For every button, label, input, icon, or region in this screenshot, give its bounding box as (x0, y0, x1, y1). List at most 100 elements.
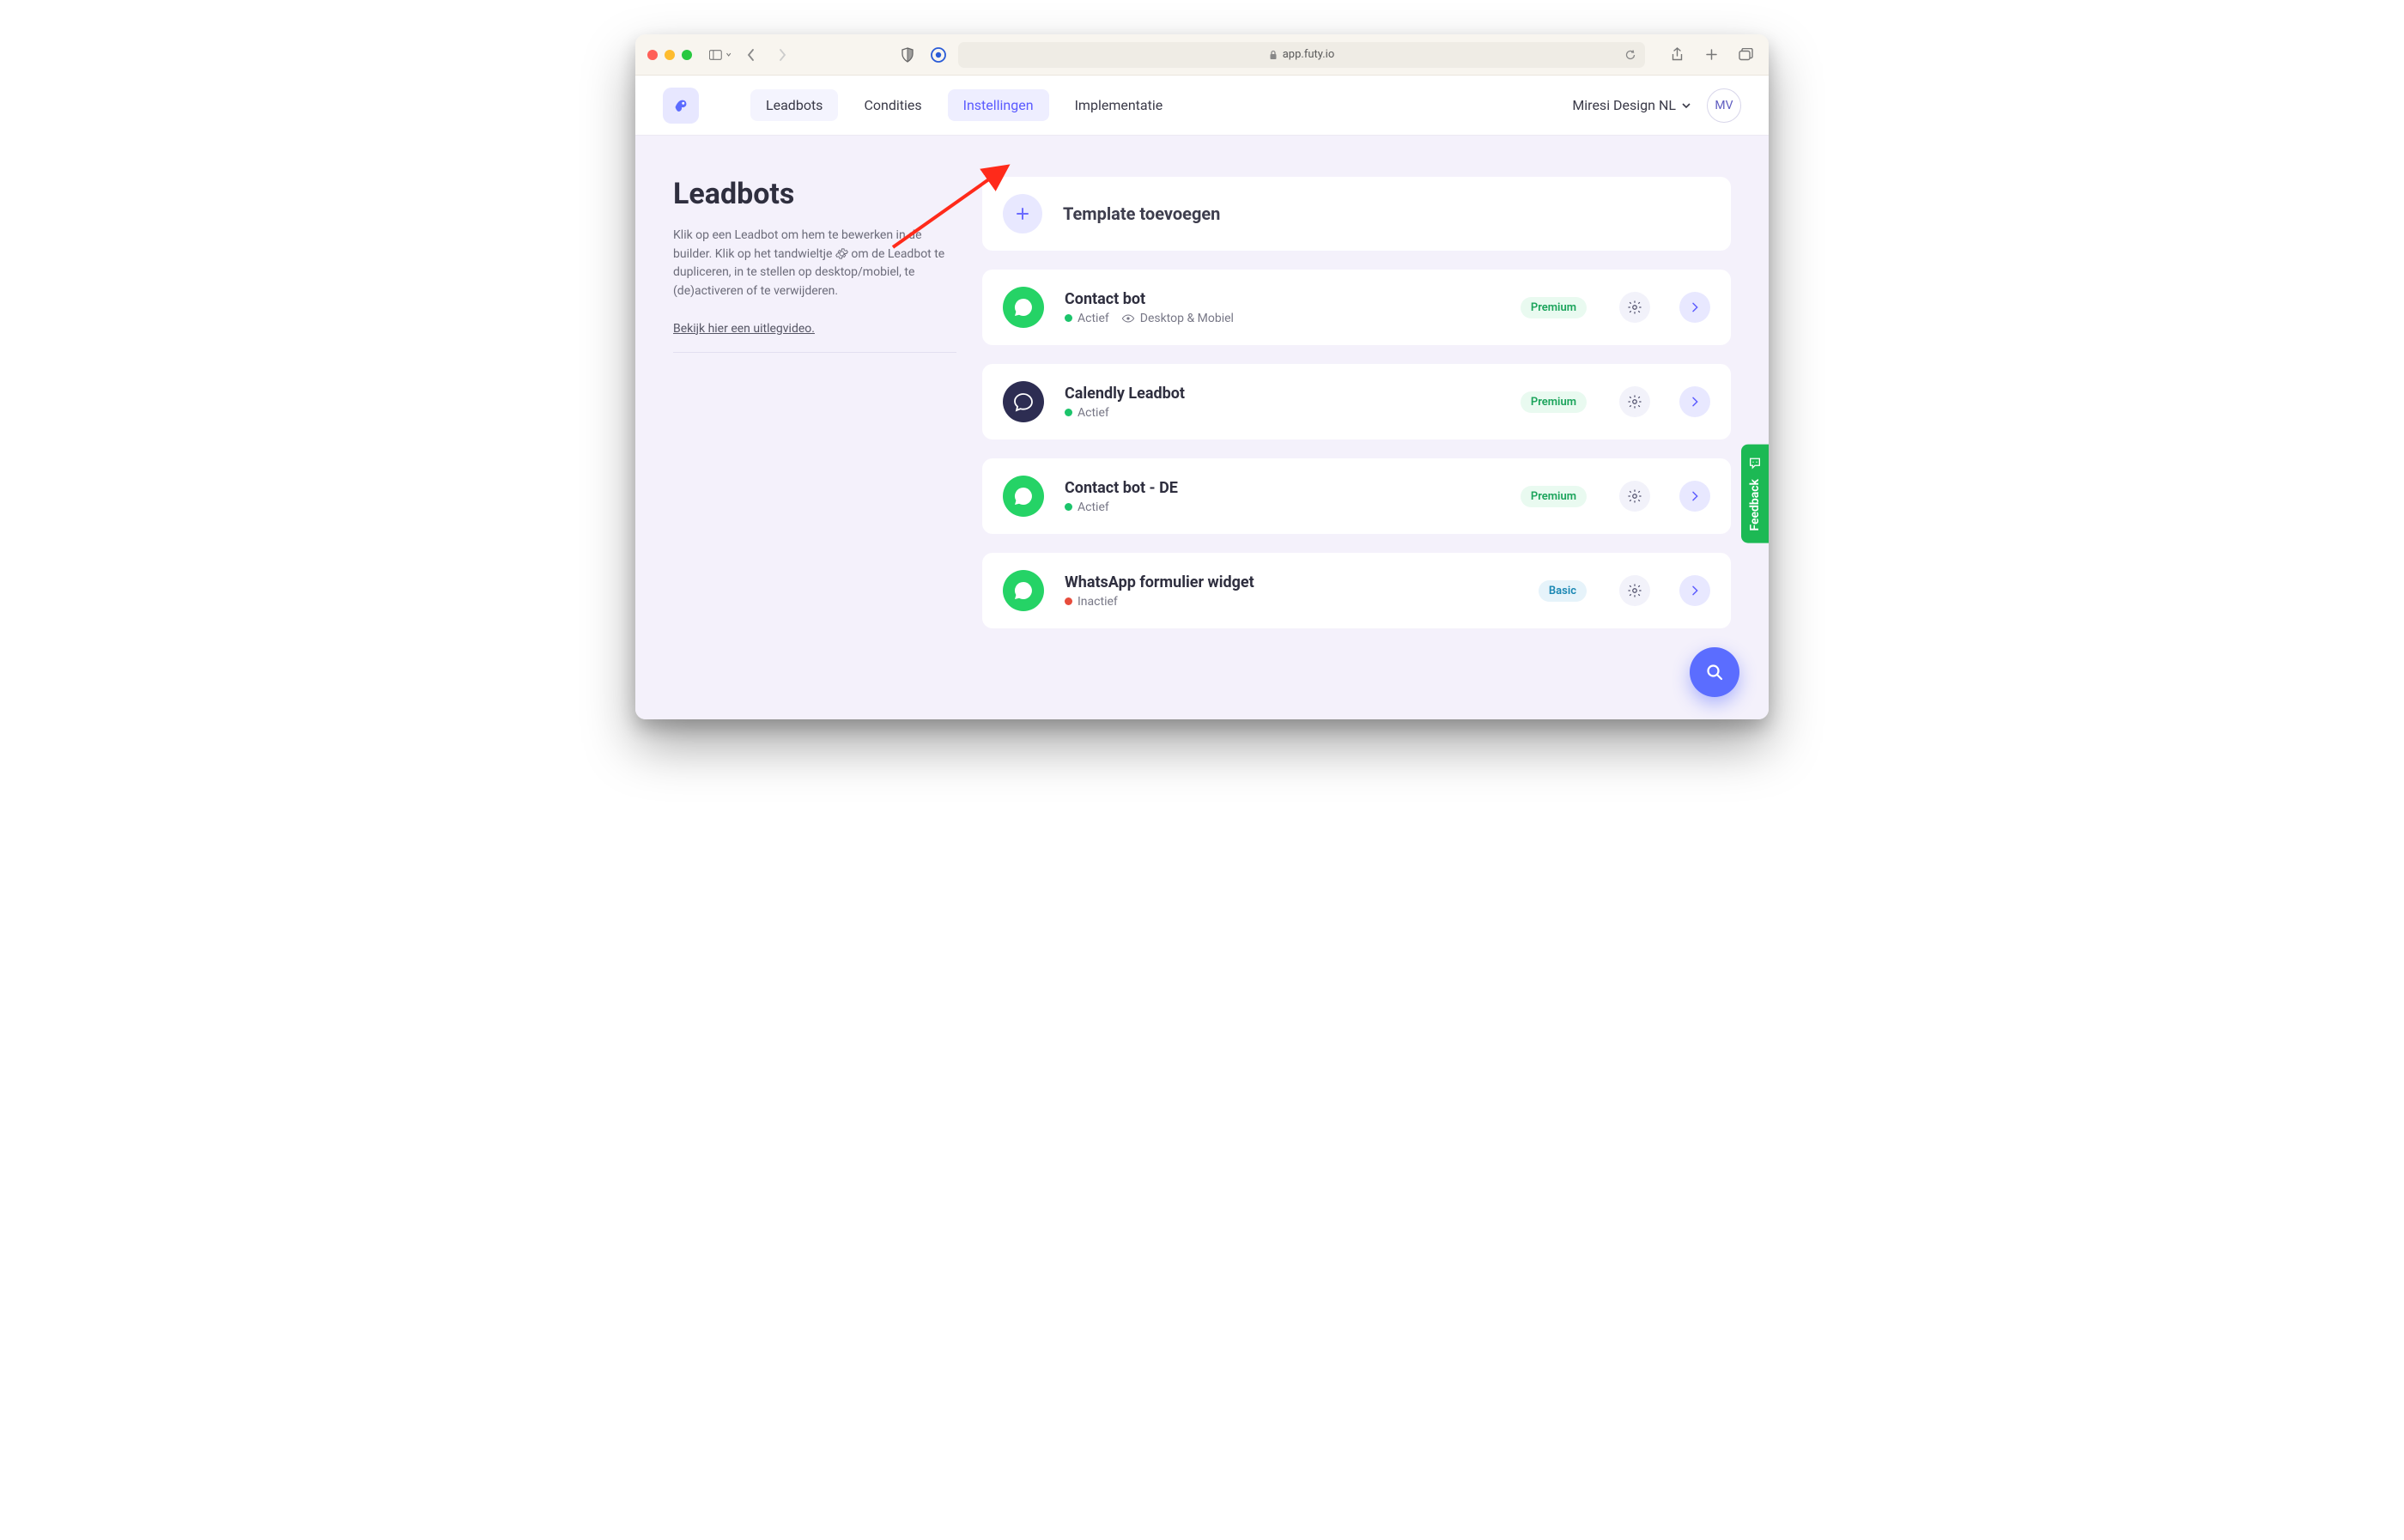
feedback-label: Feedback (1748, 479, 1762, 531)
new-tab-icon[interactable] (1700, 44, 1722, 66)
tabs-icon[interactable] (1734, 44, 1757, 66)
privacy-shield-icon[interactable] (896, 44, 919, 66)
eye-icon (1121, 312, 1135, 325)
nav-label: Implementatie (1075, 97, 1163, 113)
browser-window: app.futy.io Leadbots Condities (635, 34, 1769, 719)
browser-chrome: app.futy.io (635, 34, 1769, 76)
bot-open-button[interactable] (1679, 292, 1710, 323)
bot-open-button[interactable] (1679, 386, 1710, 417)
chevron-right-icon (1688, 300, 1702, 314)
chat-icon (1003, 381, 1044, 422)
gear-icon (1627, 394, 1642, 409)
bot-meta: Actief (1065, 500, 1178, 514)
chevron-right-icon (1688, 584, 1702, 597)
chevron-down-icon (1681, 101, 1691, 110)
bot-open-button[interactable] (1679, 575, 1710, 606)
video-link[interactable]: Bekijk hier een uitlegvideo. (673, 322, 815, 349)
status-dot-icon (1065, 597, 1072, 605)
plus-icon (1003, 194, 1042, 233)
gear-icon (835, 247, 848, 260)
status-dot-icon (1065, 503, 1072, 511)
page-sidebar: Leadbots Klik op een Leadbot om hem te b… (673, 177, 956, 685)
nav-leadbots[interactable]: Leadbots (750, 89, 838, 121)
avatar[interactable]: MV (1707, 88, 1741, 123)
main-nav: Leadbots Condities Instellingen Implemen… (750, 89, 1178, 121)
close-window-icon[interactable] (647, 50, 658, 60)
chevron-right-icon (1688, 489, 1702, 503)
nav-condities[interactable]: Condities (848, 89, 937, 121)
minimize-window-icon[interactable] (665, 50, 675, 60)
bot-open-button[interactable] (1679, 481, 1710, 512)
page-description: Klik op een Leadbot om hem te bewerken i… (673, 227, 956, 301)
bot-list: Template toevoegen Contact bot Actief Desk… (982, 177, 1731, 685)
avatar-initials: MV (1715, 99, 1733, 112)
bot-status: Actief (1065, 406, 1109, 420)
bot-name: Contact bot (1065, 290, 1234, 308)
status-dot-icon (1065, 314, 1072, 322)
video-link-text: Bekijk hier een uitlegvideo. (673, 322, 815, 336)
maximize-window-icon[interactable] (682, 50, 692, 60)
url-text: app.futy.io (1283, 48, 1335, 61)
whatsapp-icon (1003, 570, 1044, 611)
nav-label: Leadbots (766, 97, 823, 113)
share-icon[interactable] (1666, 44, 1688, 66)
forward-button[interactable] (771, 44, 793, 66)
bot-card[interactable]: Contact bot - DE Actief Premium (982, 458, 1731, 534)
nav-implementatie[interactable]: Implementatie (1059, 89, 1179, 121)
app-logo[interactable] (663, 88, 699, 124)
whatsapp-icon (1003, 476, 1044, 517)
onepassword-icon[interactable] (927, 44, 950, 66)
reload-icon[interactable] (1624, 49, 1636, 61)
bot-meta: Actief Desktop & Mobiel (1065, 312, 1234, 325)
chevron-right-icon (1688, 395, 1702, 409)
bot-info: WhatsApp formulier widget Inactief (1065, 573, 1254, 609)
bot-info: Calendly Leadbot Actief (1065, 385, 1185, 420)
account-menu[interactable]: Miresi Design NL MV (1572, 88, 1741, 123)
bot-name: WhatsApp formulier widget (1065, 573, 1254, 591)
gear-icon (1627, 583, 1642, 598)
bot-info: Contact bot Actief Desktop & Mobiel (1065, 290, 1234, 325)
bot-visibility: Desktop & Mobiel (1121, 312, 1234, 325)
bot-settings-button[interactable] (1619, 481, 1650, 512)
back-button[interactable] (740, 44, 762, 66)
page-title: Leadbots (673, 177, 956, 211)
address-bar[interactable]: app.futy.io (958, 42, 1645, 68)
bot-settings-button[interactable] (1619, 575, 1650, 606)
bot-status: Actief (1065, 312, 1109, 325)
sidebar-toggle-button[interactable] (709, 44, 732, 66)
search-fab[interactable] (1690, 647, 1739, 697)
plan-badge: Premium (1521, 486, 1587, 507)
whatsapp-icon (1003, 287, 1044, 328)
bot-name: Contact bot - DE (1065, 479, 1178, 497)
bot-card[interactable]: Calendly Leadbot Actief Premium (982, 364, 1731, 440)
nav-instellingen[interactable]: Instellingen (948, 89, 1049, 121)
plan-badge: Premium (1521, 297, 1587, 318)
traffic-lights (647, 50, 692, 60)
plan-badge: Basic (1539, 580, 1587, 602)
nav-label: Instellingen (963, 97, 1034, 113)
app-root: Leadbots Condities Instellingen Implemen… (635, 76, 1769, 719)
nav-label: Condities (864, 97, 921, 113)
plan-badge: Premium (1521, 391, 1587, 413)
bot-info: Contact bot - DE Actief (1065, 479, 1178, 514)
lock-icon (1269, 50, 1278, 60)
app-header: Leadbots Condities Instellingen Implemen… (635, 76, 1769, 136)
bot-meta: Inactief (1065, 595, 1254, 609)
bot-card[interactable]: WhatsApp formulier widget Inactief Basic (982, 553, 1731, 628)
bot-meta: Actief (1065, 406, 1185, 420)
page-content: Leadbots Klik op een Leadbot om hem te b… (635, 136, 1769, 719)
gear-icon (1627, 488, 1642, 504)
feedback-icon (1748, 457, 1762, 470)
bot-settings-button[interactable] (1619, 386, 1650, 417)
gear-icon (1627, 300, 1642, 315)
add-template-label: Template toevoegen (1063, 203, 1220, 224)
add-template-card[interactable]: Template toevoegen (982, 177, 1731, 251)
bot-card[interactable]: Contact bot Actief Desktop & Mobiel Premium (982, 270, 1731, 345)
bot-name: Calendly Leadbot (1065, 385, 1185, 403)
bot-settings-button[interactable] (1619, 292, 1650, 323)
search-icon (1704, 662, 1725, 682)
feedback-tab[interactable]: Feedback (1741, 445, 1769, 543)
bot-status: Actief (1065, 500, 1109, 514)
account-name: Miresi Design NL (1572, 97, 1676, 113)
bot-status: Inactief (1065, 595, 1118, 609)
